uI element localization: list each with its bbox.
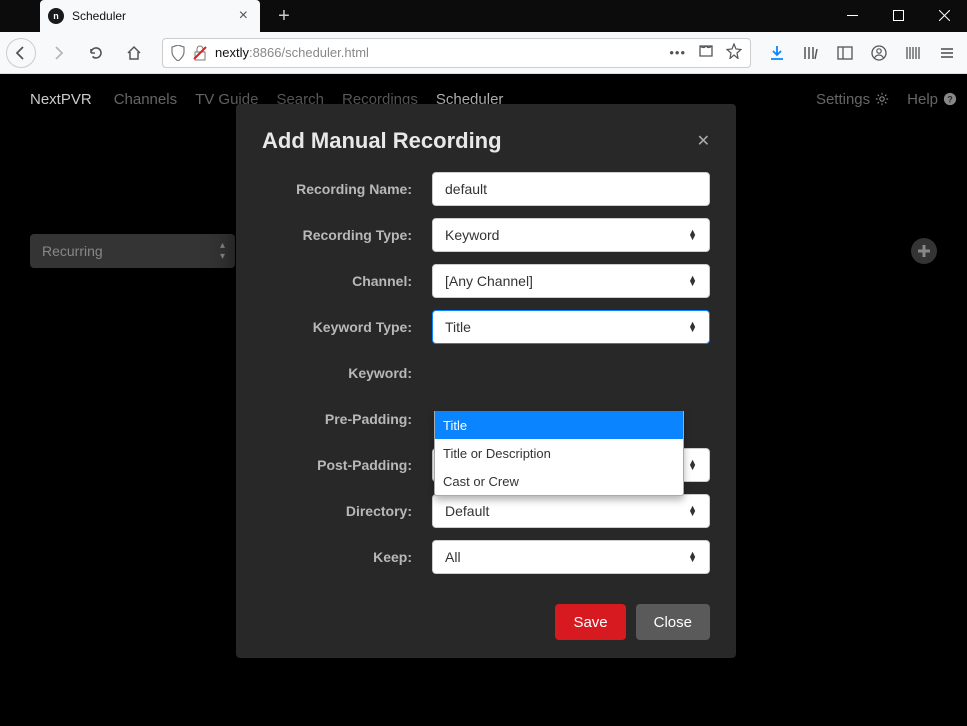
label-recording-name: Recording Name: — [262, 181, 432, 197]
downloads-button[interactable] — [763, 39, 791, 67]
url-text: nextly:8866/scheduler.html — [215, 45, 669, 60]
chevron-updown-icon: ▲▼ — [688, 276, 697, 286]
chevron-updown-icon: ▲▼ — [688, 506, 697, 516]
sidebar-button[interactable] — [831, 39, 859, 67]
reload-button[interactable] — [80, 37, 112, 69]
reader-shield-icon[interactable] — [698, 43, 714, 62]
add-recording-modal: Add Manual Recording ✕ Recording Name: d… — [236, 104, 736, 658]
help-label: Help — [907, 91, 938, 108]
channel-select[interactable]: [Any Channel] ▲▼ — [432, 264, 710, 298]
minimize-button[interactable] — [829, 0, 875, 30]
keyword-type-dropdown: Title Title or Description Cast or Crew — [434, 411, 684, 496]
help-icon: ? — [943, 92, 957, 106]
shield-icon — [171, 45, 185, 61]
nav-channels[interactable]: Channels — [114, 91, 177, 108]
account-button[interactable] — [865, 39, 893, 67]
browser-toolbar: nextly:8866/scheduler.html ••• — [0, 32, 967, 74]
home-button[interactable] — [118, 37, 150, 69]
dropdown-option-title-or-description[interactable]: Title or Description — [435, 439, 683, 467]
chevron-updown-icon: ▲▼ — [688, 322, 697, 332]
modal-close-button[interactable]: ✕ — [697, 131, 710, 151]
dropdown-option-cast-or-crew[interactable]: Cast or Crew — [435, 467, 683, 495]
modal-title: Add Manual Recording — [262, 128, 697, 154]
page-actions-icon[interactable]: ••• — [669, 45, 686, 60]
gear-icon — [875, 92, 889, 106]
address-bar[interactable]: nextly:8866/scheduler.html ••• — [162, 38, 751, 68]
extension-button[interactable] — [899, 39, 927, 67]
chevron-updown-icon: ▲▼ — [688, 552, 697, 562]
label-keyword: Keyword: — [262, 365, 432, 381]
label-channel: Channel: — [262, 273, 432, 289]
nav-help[interactable]: Help ? — [907, 91, 957, 108]
filter-select[interactable]: Recurring ▴▾ — [30, 234, 235, 268]
directory-select[interactable]: Default ▲▼ — [432, 494, 710, 528]
recording-name-input[interactable]: default — [432, 172, 710, 206]
insecure-lock-icon — [193, 45, 207, 61]
menu-button[interactable] — [933, 39, 961, 67]
brand-label[interactable]: NextPVR — [30, 91, 92, 108]
chevron-updown-icon: ▴▾ — [220, 240, 225, 262]
keep-select[interactable]: All ▲▼ — [432, 540, 710, 574]
label-keep: Keep: — [262, 549, 432, 565]
page-content: NextPVR Channels TV Guide Search Recordi… — [0, 74, 967, 726]
browser-tab[interactable]: n Scheduler × — [40, 0, 260, 32]
svg-text:?: ? — [947, 95, 952, 105]
label-keyword-type: Keyword Type: — [262, 319, 432, 335]
label-directory: Directory: — [262, 503, 432, 519]
tab-title: Scheduler — [72, 9, 235, 23]
label-prepadding: Pre-Padding: — [262, 411, 432, 427]
save-button[interactable]: Save — [555, 604, 625, 640]
window-titlebar: n Scheduler × + — [0, 0, 967, 32]
filter-value: Recurring — [42, 243, 103, 259]
label-postpadding: Post-Padding: — [262, 457, 432, 473]
recording-type-select[interactable]: Keyword ▲▼ — [432, 218, 710, 252]
nav-settings[interactable]: Settings — [816, 91, 889, 108]
library-button[interactable] — [797, 39, 825, 67]
favicon-icon: n — [48, 8, 64, 24]
window-close-button[interactable] — [921, 0, 967, 30]
forward-button — [42, 37, 74, 69]
add-recording-button[interactable] — [911, 238, 937, 264]
tab-close-icon[interactable]: × — [235, 7, 252, 25]
bookmark-star-icon[interactable] — [726, 43, 742, 62]
new-tab-button[interactable]: + — [270, 2, 298, 30]
chevron-updown-icon: ▲▼ — [688, 230, 697, 240]
keyword-type-select[interactable]: Title ▲▼ — [432, 310, 710, 344]
back-button[interactable] — [6, 38, 36, 68]
label-recording-type: Recording Type: — [262, 227, 432, 243]
chevron-updown-icon: ▲▼ — [688, 460, 697, 470]
dropdown-option-title[interactable]: Title — [435, 411, 683, 439]
close-button[interactable]: Close — [636, 604, 710, 640]
maximize-button[interactable] — [875, 0, 921, 30]
settings-label: Settings — [816, 91, 870, 108]
